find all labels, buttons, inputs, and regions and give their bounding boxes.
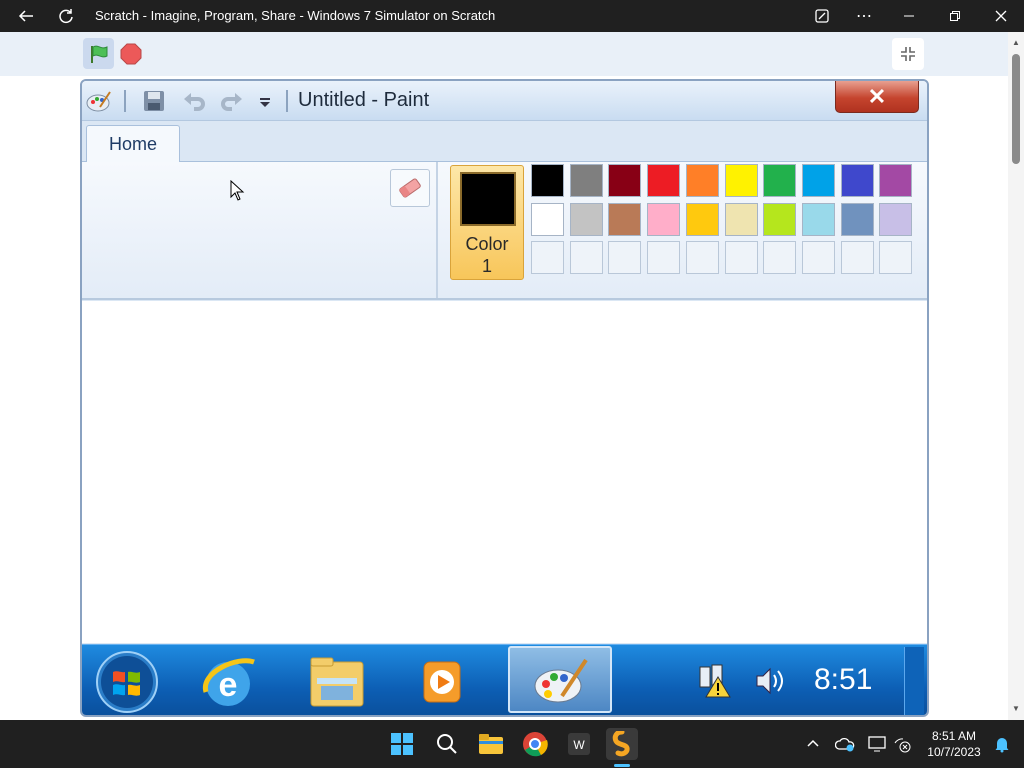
palette-swatch[interactable] [801,164,835,197]
network-warning-icon[interactable] [696,663,732,699]
palette-swatch[interactable] [569,164,603,197]
palette-empty-swatch[interactable] [763,241,797,275]
scroll-up-icon[interactable]: ▲ [1012,38,1020,47]
app-w-icon[interactable]: W [563,728,595,760]
host-clock[interactable]: 8:51 AM 10/7/2023 [922,728,986,760]
palette-empty-swatch[interactable] [801,241,835,275]
color1-swatch [460,172,516,226]
palette-swatch[interactable] [569,202,603,236]
palette-empty-swatch[interactable] [685,241,719,275]
palette-swatch[interactable] [840,164,874,197]
notification-bell-icon[interactable] [986,728,1018,760]
paint-app-icon[interactable] [86,89,112,113]
network-off-icon[interactable] [886,728,918,760]
palette-empty-swatch[interactable] [569,241,603,275]
palette-swatch[interactable] [763,202,797,236]
host-time: 8:51 AM [931,729,977,743]
internet-explorer-icon[interactable]: e [178,649,278,715]
palette-swatch[interactable] [763,164,797,197]
more-icon[interactable]: ⋯ [848,0,880,32]
paint-window-title: Untitled - Paint [298,89,430,111]
eraser-button[interactable] [390,169,430,207]
palette-empty-swatch[interactable] [608,241,642,275]
minimize-button[interactable] [892,0,926,32]
media-player-icon[interactable] [394,649,494,715]
palette-swatch[interactable] [608,164,642,197]
content-area: ▲ ▼ Untitled - Paint ✕ Home Color 1 e 8:… [0,32,1024,720]
volume-icon[interactable] [754,665,788,697]
onedrive-icon[interactable] [829,728,861,760]
eraser-icon [399,178,421,198]
app-title: Scratch - Imagine, Program, Share - Wind… [95,8,496,23]
scroll-thumb[interactable] [1012,54,1020,164]
win7-clock[interactable]: 8:51 [814,663,872,697]
palette-swatch[interactable] [724,164,758,197]
toolbar-separator [124,90,126,112]
palette-swatch[interactable] [531,202,564,236]
tab-home[interactable]: Home [86,125,180,163]
palette-empty-swatch[interactable] [647,241,681,275]
paint-icon [534,658,588,703]
save-icon[interactable] [142,89,166,113]
cast-icon[interactable] [806,0,838,32]
green-flag-icon[interactable] [83,38,114,69]
host-taskbar: W 8:51 AM 10/7/2023 [0,720,1024,768]
stop-icon[interactable] [120,43,142,65]
scratch-stage[interactable]: Untitled - Paint ✕ Home Color 1 e 8:51 [80,79,929,717]
close-icon: ✕ [867,83,887,109]
palette-empty-swatch[interactable] [531,241,564,275]
scratch-app-icon[interactable] [606,728,638,760]
palette-swatch[interactable] [647,164,681,197]
toolbar-separator [286,90,288,112]
palette-swatch[interactable] [531,164,564,197]
app-titlebar: Scratch - Imagine, Program, Share - Wind… [0,0,1024,32]
ribbon: Color 1 [82,162,927,300]
paint-canvas[interactable] [82,301,927,643]
palette-empty-swatch[interactable] [879,241,913,275]
ribbon-tab-row: Home [82,121,927,163]
ribbon-divider [436,162,438,298]
palette-swatch[interactable] [840,202,874,236]
customize-quick-access-icon[interactable] [258,95,272,109]
paint-titlebar: Untitled - Paint ✕ [82,81,927,121]
scroll-down-icon[interactable]: ▼ [1012,704,1020,713]
refresh-icon[interactable] [50,0,82,32]
active-indicator [614,764,630,767]
win7-taskbar: e 8:51 [82,644,927,715]
palette-swatch[interactable] [685,202,719,236]
folder-icon[interactable] [475,728,507,760]
show-desktop-button[interactable] [904,647,924,715]
color1-label: Color 1 [465,234,509,276]
file-explorer-icon[interactable] [287,649,387,715]
paint-close-button[interactable]: ✕ [835,81,919,113]
scratch-toolbar [0,32,1008,76]
windows-start-icon[interactable] [386,728,418,760]
palette-swatch[interactable] [724,202,758,236]
palette-swatch[interactable] [647,202,681,236]
close-window-button[interactable] [984,0,1018,32]
back-arrow-icon[interactable] [10,0,42,32]
palette-empty-swatch[interactable] [724,241,758,275]
color1-button[interactable]: Color 1 [450,165,524,280]
svg-text:W: W [573,738,585,752]
host-date: 10/7/2023 [927,745,981,759]
palette-swatch[interactable] [685,164,719,197]
undo-icon[interactable] [182,89,206,113]
restore-button[interactable] [938,0,972,32]
search-icon[interactable] [431,728,463,760]
palette-swatch[interactable] [879,202,913,236]
chrome-icon[interactable] [519,728,551,760]
chevron-up-icon[interactable] [797,728,829,760]
palette-swatch[interactable] [608,202,642,236]
mouse-cursor-icon [230,179,246,202]
redo-icon[interactable] [220,89,244,113]
palette-swatch[interactable] [879,164,913,197]
start-orb-icon[interactable] [82,649,177,715]
palette-swatch[interactable] [801,202,835,236]
paint-taskbar-button[interactable] [508,646,612,713]
exit-fullscreen-icon[interactable] [892,38,924,70]
palette-empty-swatch[interactable] [840,241,874,275]
svg-text:e: e [219,666,238,704]
